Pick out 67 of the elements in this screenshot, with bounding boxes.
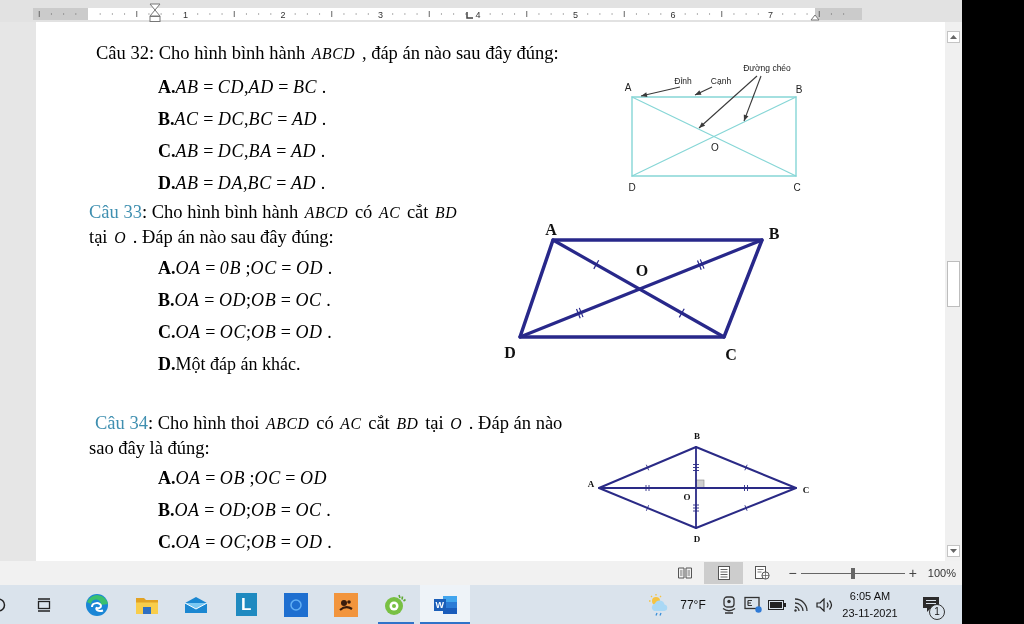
point-label: A xyxy=(587,479,595,489)
ruler-number: 5 xyxy=(573,9,578,20)
web-page-icon xyxy=(755,566,771,580)
answer-option: C.AB = DC,BA = AD . xyxy=(158,140,326,162)
wifi-icon[interactable] xyxy=(793,597,809,612)
figure-tile-icon xyxy=(333,592,358,617)
zoom-slider[interactable] xyxy=(800,567,905,579)
answer-option: C.OA = OC;OB = OD . xyxy=(158,321,332,343)
wave-logo-icon xyxy=(84,592,109,617)
answer-option: D.AB = DA,BC = AD . xyxy=(158,172,326,194)
answer-option: A.OA = 0B ;OC = OD . xyxy=(158,257,333,279)
webcam-icon[interactable] xyxy=(722,595,736,614)
point-label: C xyxy=(802,485,810,495)
ruler-number: 1 xyxy=(183,9,188,20)
task-view-icon xyxy=(37,597,51,612)
answer-option: B.AC = DC,BC = AD . xyxy=(158,108,327,130)
point-label: B xyxy=(795,84,803,95)
ruler-number: 7 xyxy=(768,9,773,20)
ruler-number: 3 xyxy=(378,9,383,20)
book-icon xyxy=(678,567,692,579)
point-label: B xyxy=(768,225,780,242)
taskbar-app-button[interactable]: W xyxy=(420,585,470,624)
answer-option: A.AB = CD,AD = BC . xyxy=(158,76,327,98)
point-label: D xyxy=(504,344,516,361)
weather-button[interactable]: 77°F xyxy=(643,585,711,624)
notification-button[interactable]: 1 xyxy=(912,585,950,624)
slider-thumb[interactable] xyxy=(850,568,855,579)
caret-up-icon xyxy=(950,35,957,39)
battery-icon[interactable] xyxy=(768,599,786,610)
ring-tile-icon xyxy=(283,592,308,617)
point-label: A xyxy=(624,82,632,93)
ruler-number: 4 xyxy=(475,9,481,20)
ruler-number: 6 xyxy=(670,9,676,20)
point-label: D xyxy=(693,534,701,544)
spiral-logo-icon xyxy=(383,592,408,617)
indent-marker-icon[interactable] xyxy=(149,3,161,22)
clock-button[interactable]: 6:05 AM 23-11-2021 xyxy=(839,585,901,624)
answer-option: B.OA = OD;OB = OC . xyxy=(158,499,331,521)
question-text: Câu 33: Cho hình bình hành ABCD có AC cắt BD tại O . Đáp án nào sau đây đúng: xyxy=(89,201,459,249)
page-icon xyxy=(718,566,730,580)
question-text: Câu 34: Cho hình thoi ABCD có AC cắt BD tại O . Đáp án nào sao đây là đúng: xyxy=(89,412,564,460)
zoom-out-button[interactable]: − xyxy=(786,565,799,581)
caret-down-icon xyxy=(950,549,957,553)
envelope-icon xyxy=(184,595,209,614)
point-label: B xyxy=(694,431,700,441)
callout-label: Đường chéo xyxy=(743,63,791,73)
monitor-icon[interactable] xyxy=(744,596,762,613)
answer-option: A.OA = OB ;OC = OD xyxy=(158,467,328,489)
point-label: C xyxy=(793,182,801,193)
scroll-down-button[interactable] xyxy=(947,545,960,557)
speaker-icon[interactable] xyxy=(816,597,834,612)
ruler-number: 2 xyxy=(280,9,286,20)
zoom-in-button[interactable]: + xyxy=(906,565,919,581)
point-label: A xyxy=(545,221,557,238)
answer-option: D.Một đáp án khác. xyxy=(158,353,301,375)
view-button[interactable] xyxy=(704,562,744,584)
point-label: O xyxy=(635,262,649,279)
zoom-level[interactable]: 100% xyxy=(927,567,956,579)
tab-stop-icon[interactable] xyxy=(466,11,474,19)
scroll-thumb[interactable] xyxy=(947,261,960,307)
point-label: C xyxy=(725,346,737,363)
scroll-up-button[interactable] xyxy=(947,31,960,43)
answer-option: B.OA = OD;OB = OC . xyxy=(158,289,331,311)
question-text: Câu 32: Cho hình bình hành ABCD , đáp án nào sau đây đúng: xyxy=(95,42,560,65)
taskbar-app-button[interactable]: L xyxy=(221,585,271,624)
point-label: D xyxy=(628,182,636,193)
answer-option: C.OA = OC;OB = OD . xyxy=(158,531,332,553)
